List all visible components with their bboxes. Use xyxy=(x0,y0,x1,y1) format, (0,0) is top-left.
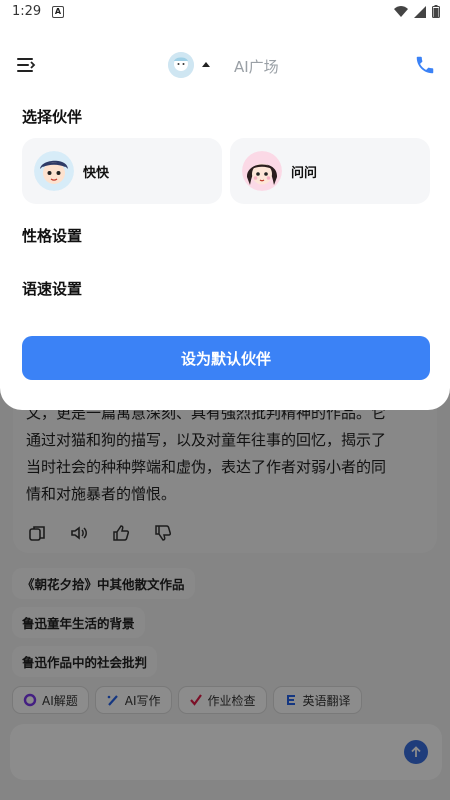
signal-icon xyxy=(414,5,426,18)
avatar-icon xyxy=(168,52,194,78)
select-partner-heading: 选择伙伴 xyxy=(22,108,83,126)
speech-speed-setting[interactable]: 语速设置 xyxy=(22,278,82,299)
partner-card-wenwen[interactable]: 问问 xyxy=(230,138,430,204)
notification-icon: A xyxy=(52,6,64,18)
top-bar: AI广场 xyxy=(0,50,450,82)
personality-setting[interactable]: 性格设置 xyxy=(22,225,82,246)
status-icons xyxy=(394,5,440,18)
partner-name: 问问 xyxy=(291,165,318,181)
caret-up-icon xyxy=(202,61,210,67)
phone-icon[interactable] xyxy=(414,54,436,76)
partner-card-kuaikuai[interactable]: 快快 xyxy=(22,138,222,204)
ai-plaza-link[interactable]: AI广场 xyxy=(234,56,279,77)
wifi-icon xyxy=(394,5,408,17)
battery-icon xyxy=(432,5,440,18)
menu-icon[interactable] xyxy=(16,56,36,74)
status-bar: 1:29 A xyxy=(0,0,450,26)
avatar-girl xyxy=(242,151,282,191)
partner-name: 快快 xyxy=(83,165,110,181)
avatar-boy xyxy=(34,151,74,191)
partner-switcher[interactable] xyxy=(168,52,210,78)
set-default-partner-button[interactable]: 设为默认伙伴 xyxy=(22,336,430,380)
status-time: 1:29 xyxy=(12,4,42,19)
partner-settings-sheet: AI广场 选择伙伴 快快 问问 性格设置 语速设置 设为默认伙伴 xyxy=(0,0,450,410)
